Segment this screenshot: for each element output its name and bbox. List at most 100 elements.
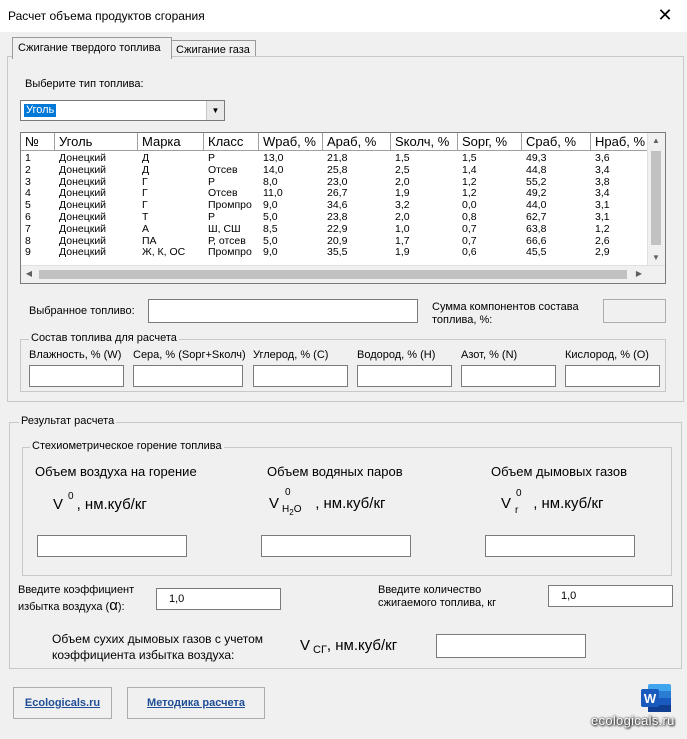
table-cell: Р — [208, 153, 216, 164]
table-cell: 1,7 — [395, 235, 410, 247]
table-cell: Промпро — [208, 247, 252, 259]
air-volume-field[interactable] — [37, 535, 187, 557]
sulfur-label: Сера, % (Sорг+Sколч) — [133, 349, 246, 361]
table-row[interactable]: 8ДонецкийПАР, отсев5,020,91,70,766,62,61 — [21, 235, 665, 247]
table-cell: 20,9 — [327, 235, 348, 247]
table-cell: 14,0 — [263, 164, 284, 176]
dry-gas-field[interactable] — [436, 634, 586, 658]
table-cell: 13,0 — [263, 153, 284, 164]
column-header[interactable]: № — [21, 133, 55, 151]
table-cell: 49,3 — [526, 153, 547, 164]
table-cell: Донецкий — [59, 212, 107, 223]
word-icon[interactable]: W — [639, 681, 673, 715]
column-header[interactable]: Класс — [204, 133, 259, 151]
table-cell: 4 — [25, 188, 31, 200]
horizontal-scrollbar[interactable]: ◀ ▶ — [21, 265, 665, 283]
table-cell: 44,0 — [526, 200, 547, 212]
table-cell: 1,9 — [395, 188, 410, 200]
table-cell: 0,8 — [462, 212, 477, 223]
table-cell: 25,8 — [327, 164, 348, 176]
table-cell: 62,7 — [526, 212, 547, 223]
table-cell: Д — [142, 164, 150, 176]
table-cell: Г — [142, 176, 148, 188]
table-row[interactable]: 2ДонецкийДОтсев14,025,82,51,444,83,41 — [21, 164, 665, 176]
table-cell: 1,5 — [462, 153, 477, 164]
table-cell: 0,0 — [462, 200, 477, 212]
table-row[interactable]: 4ДонецкийГОтсев11,026,71,91,249,23,41 — [21, 188, 665, 200]
table-cell: Р — [208, 176, 216, 188]
selected-fuel-field[interactable] — [148, 299, 418, 323]
scroll-right-icon[interactable]: ▶ — [631, 266, 647, 282]
vertical-scrollbar[interactable]: ▲ ▼ — [647, 133, 665, 267]
table-cell: Д — [142, 153, 150, 164]
table-cell: Ж, К, ОС — [142, 247, 186, 259]
table-cell: 63,8 — [526, 223, 547, 235]
table-cell: 49,2 — [526, 188, 547, 200]
table-row[interactable]: 3ДонецкийГР8,023,02,01,255,23,81 — [21, 176, 665, 188]
chevron-down-icon[interactable]: ▼ — [206, 101, 224, 120]
fuel-type-label: Выберите тип топлива: — [25, 78, 144, 90]
nitrogen-label: Азот, % (N) — [461, 349, 518, 361]
watermark: ecologicals.ru — [591, 713, 675, 728]
ecologicals-link-button[interactable]: Ecologicals.ru — [13, 687, 112, 719]
air-volume-formula: V0, нм.куб/кг — [53, 491, 147, 513]
column-header[interactable]: Уголь — [55, 133, 138, 151]
composition-title: Состав топлива для расчета — [29, 332, 179, 344]
table-row[interactable]: 9 Донецкий Ж, К, ОС Промпро 9,0 35,5 1,9 0,6 45,… — [21, 247, 665, 259]
table-row[interactable]: 6ДонецкийТР5,023,82,00,862,73,10 — [21, 212, 665, 223]
table-cell: Промпро — [208, 200, 252, 212]
column-header[interactable]: Sорг, % — [458, 133, 522, 151]
window-title: Расчет объема продуктов сгорания — [8, 9, 205, 23]
table-cell: Донецкий — [59, 223, 107, 235]
table-cell: 7 — [25, 223, 31, 235]
water-vapor-formula: V 0 H2O , нм.куб/кг — [269, 487, 386, 517]
fuel-quantity-field[interactable]: 1,0 — [548, 585, 673, 607]
carbon-field[interactable] — [253, 365, 348, 387]
water-vapor-field[interactable] — [261, 535, 411, 557]
table-cell: 2,0 — [395, 212, 410, 223]
scroll-thumb-horizontal[interactable] — [39, 270, 627, 279]
dry-gas-label-line2: коэффициента избытка воздуха: — [52, 648, 235, 662]
table-cell: 3 — [25, 176, 31, 188]
scroll-left-icon[interactable]: ◀ — [21, 266, 37, 282]
scroll-thumb-vertical[interactable] — [651, 151, 661, 245]
nitrogen-field[interactable] — [461, 365, 556, 387]
stoich-title: Стехиометрическое горение топлива — [30, 440, 224, 452]
column-header[interactable]: Сраб, % — [522, 133, 591, 151]
scroll-down-icon[interactable]: ▼ — [648, 250, 664, 266]
table-cell: 0,6 — [462, 247, 477, 259]
column-header[interactable]: Марка — [138, 133, 204, 151]
table-cell: Донецкий — [59, 247, 107, 259]
table-cell: 23,8 — [327, 212, 348, 223]
sum-field — [603, 299, 666, 323]
flue-gas-field[interactable] — [485, 535, 635, 557]
excess-coefficient-field[interactable]: 1,0 — [156, 588, 281, 610]
table-row[interactable]: 1ДонецкийДР13,021,81,51,549,33,61 — [21, 153, 665, 164]
table-cell: 66,6 — [526, 235, 547, 247]
method-link-button[interactable]: Методика расчета — [127, 687, 265, 719]
sulfur-field[interactable] — [133, 365, 243, 387]
column-header[interactable]: Sколч, % — [391, 133, 458, 151]
moisture-field[interactable] — [29, 365, 124, 387]
table-cell: 44,8 — [526, 164, 547, 176]
fuel-table[interactable]: № Уголь Марка Класс Wраб, % Араб, % Sколч, % Sо… — [20, 132, 666, 284]
table-cell: 8,5 — [263, 223, 278, 235]
table-cell: 22,9 — [327, 223, 348, 235]
hydrogen-label: Водород, % (Н) — [357, 349, 436, 361]
table-cell: 5 — [25, 200, 31, 212]
table-cell: 2,0 — [395, 176, 410, 188]
tab-solid-fuel[interactable]: Сжигание твердого топлива — [12, 37, 172, 59]
column-header[interactable]: Араб, % — [323, 133, 391, 151]
close-icon[interactable]: ✕ — [655, 4, 675, 26]
fuel-type-select[interactable]: Уголь ▼ — [20, 100, 225, 121]
table-cell: Донецкий — [59, 164, 107, 176]
table-row[interactable]: 5ДонецкийГПромпро9,034,63,20,044,03,10 — [21, 200, 665, 212]
oxygen-field[interactable] — [565, 365, 660, 387]
table-cell: 2,5 — [395, 164, 410, 176]
table-cell: 11,0 — [263, 188, 283, 200]
scroll-up-icon[interactable]: ▲ — [648, 133, 664, 149]
hydrogen-field[interactable] — [357, 365, 452, 387]
column-header[interactable]: Wраб, % — [259, 133, 323, 151]
qty-label-line2: сжигаемого топлива, кг — [378, 597, 497, 609]
table-row[interactable]: 7ДонецкийАШ, СШ8,522,91,00,763,81,20 — [21, 223, 665, 235]
